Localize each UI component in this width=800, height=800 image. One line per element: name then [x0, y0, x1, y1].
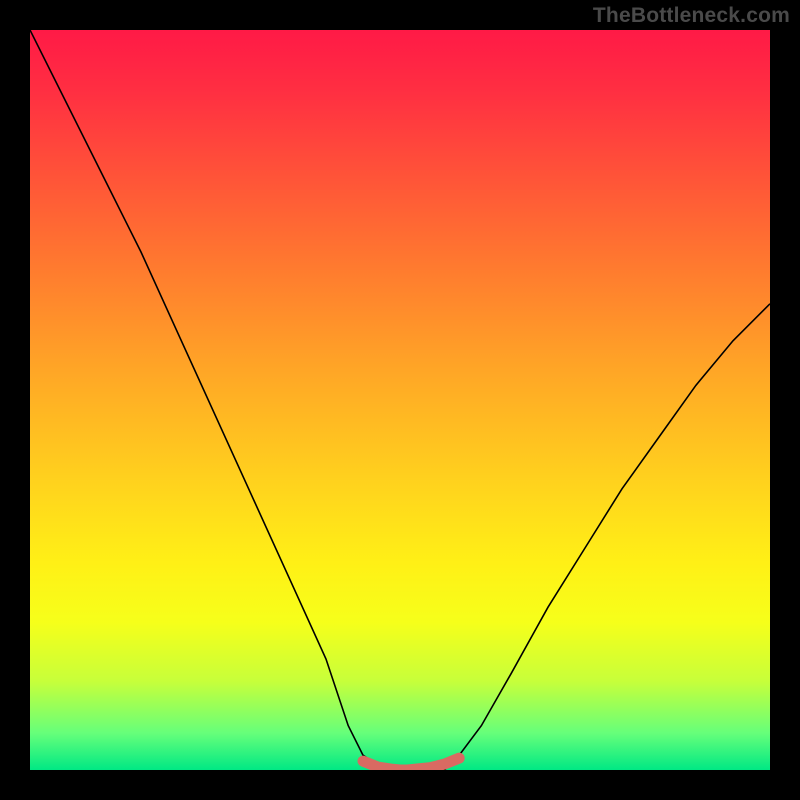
plot-area — [30, 30, 770, 770]
bottleneck-curve — [30, 30, 770, 770]
bottleneck-flat-segment — [363, 758, 459, 770]
curve-layer — [30, 30, 770, 770]
watermark-text: TheBottleneck.com — [593, 4, 790, 28]
chart-frame: TheBottleneck.com — [0, 0, 800, 800]
